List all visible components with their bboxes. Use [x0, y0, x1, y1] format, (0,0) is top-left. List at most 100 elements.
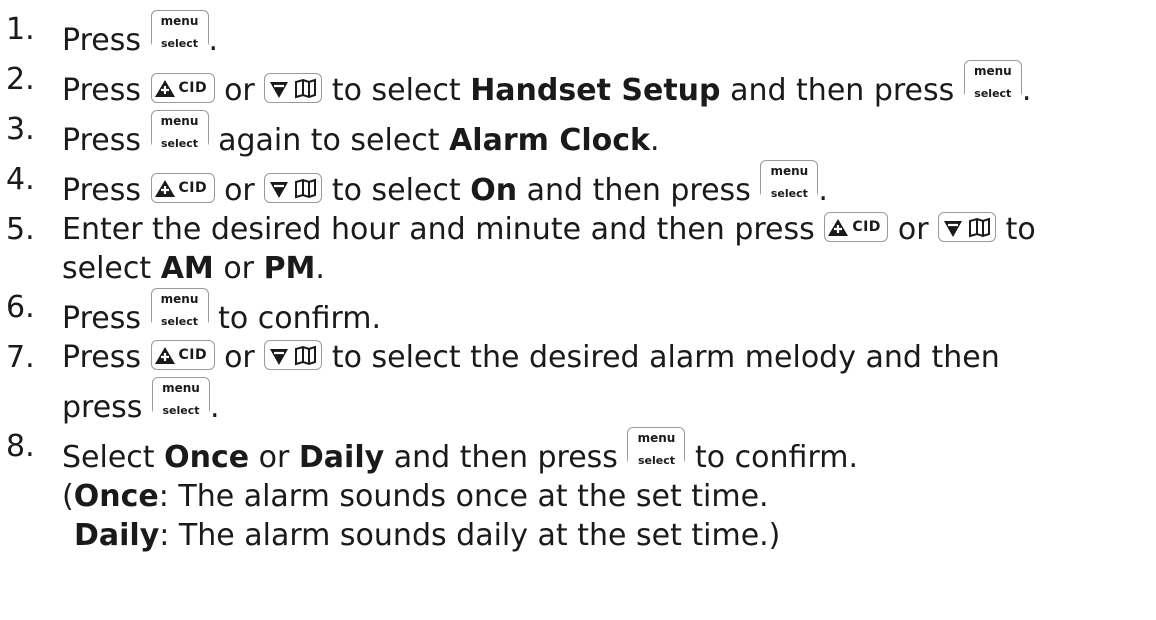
step-text: Select	[62, 440, 155, 475]
step-text: press	[62, 390, 143, 425]
key-label-select: select	[964, 88, 1021, 99]
step-text: or	[897, 212, 929, 247]
step-text: to	[1005, 212, 1036, 247]
step-number: 2.	[6, 62, 35, 97]
step-8: 8. Select Once or Daily and then press m…	[4, 427, 1154, 555]
down-book-key-icon	[264, 340, 323, 370]
step-text: or	[223, 251, 255, 286]
phonebook-icon	[295, 78, 317, 99]
note-line-once: (Once: The alarm sounds once at the set …	[62, 479, 769, 514]
step-2: 2. Press CID or to select Handset Setup …	[4, 60, 1154, 110]
phonebook-icon	[295, 178, 317, 199]
down-book-key-icon	[938, 212, 997, 242]
step-text: to select	[331, 173, 461, 208]
step-text: .	[209, 390, 220, 425]
menu-select-key-icon: menu select	[151, 377, 210, 416]
step-text: to confirm.	[695, 440, 859, 475]
key-label-menu: menu	[160, 114, 199, 128]
step-text: .	[315, 251, 325, 286]
note-term-once: Once	[73, 479, 159, 514]
down-triangle-icon	[270, 345, 317, 366]
key-label-menu: menu	[637, 431, 676, 445]
step-7: 7. Press CID or to select the desired al…	[4, 338, 1154, 427]
down-book-key-icon	[264, 73, 323, 103]
step-emphasis: PM	[263, 251, 316, 286]
step-number: 8.	[6, 429, 35, 464]
key-label-menu: menu	[162, 381, 200, 395]
step-text: Enter the desired hour and minute and th…	[62, 212, 815, 247]
step-text: or	[224, 173, 255, 208]
down-triangle-icon	[270, 178, 317, 199]
cid-up-key-icon: CID	[150, 173, 215, 203]
step-text: to confirm.	[218, 301, 382, 336]
step-text: .	[649, 123, 660, 158]
menu-select-key-icon: menu select	[150, 110, 209, 149]
step-text: and then press	[526, 173, 751, 208]
phonebook-icon	[969, 217, 991, 238]
note-open-paren: (	[62, 479, 74, 514]
key-label-select: select	[151, 138, 208, 149]
key-label-menu: menu	[973, 64, 1012, 78]
key-label-select: select	[761, 188, 818, 199]
step-number: 6.	[6, 290, 35, 325]
step-emphasis: On	[470, 173, 518, 208]
step-emphasis: AM	[160, 251, 214, 286]
key-label-select: select	[152, 405, 209, 416]
cid-label: CID	[178, 347, 208, 363]
down-triangle-icon	[270, 78, 317, 99]
step-text: .	[1021, 73, 1032, 108]
step-text: Press	[62, 123, 141, 158]
step-text: and then press	[730, 73, 955, 108]
step-text: to select the desired alarm melody and t…	[331, 340, 1000, 375]
step-text: and then press	[393, 440, 618, 475]
key-label-select: select	[151, 38, 208, 49]
step-number: 1.	[6, 12, 35, 47]
key-label-menu: menu	[770, 164, 809, 178]
cid-label: CID	[178, 180, 208, 196]
step-emphasis: Once	[164, 440, 250, 475]
key-label-menu: menu	[160, 292, 199, 306]
step-text: or	[224, 340, 255, 375]
step-1: 1. Press menu select.	[4, 10, 1154, 60]
cid-label: CID	[178, 80, 208, 96]
key-label-select: select	[628, 455, 685, 466]
step-text: .	[208, 23, 219, 58]
key-label-menu: menu	[160, 14, 199, 28]
down-triangle-icon	[944, 217, 991, 238]
cid-up-key-icon: CID	[824, 212, 889, 242]
step-number: 4.	[6, 162, 35, 197]
step-text: Press	[62, 173, 141, 208]
down-book-key-icon	[264, 173, 323, 203]
note-text-daily: : The alarm sounds daily at the set time…	[159, 518, 781, 553]
step-number: 3.	[6, 112, 35, 147]
key-label-select: select	[151, 316, 208, 327]
cid-label: CID	[852, 219, 881, 235]
step-text: Press	[62, 340, 141, 375]
step-text: again to select	[218, 123, 440, 158]
menu-select-key-icon: menu select	[150, 288, 209, 327]
step-text: .	[818, 173, 828, 208]
menu-select-key-icon: menu select	[150, 10, 209, 49]
note-line-daily: Daily: The alarm sounds daily at the set…	[62, 518, 780, 553]
step-text: Press	[62, 23, 141, 58]
step-text: Press	[62, 73, 141, 108]
step-emphasis: Alarm Clock	[449, 123, 650, 158]
step-emphasis: Handset Setup	[470, 73, 721, 108]
step-5: 5. Enter the desired hour and minute and…	[4, 210, 1154, 288]
step-text: or	[224, 73, 255, 108]
alarm-setup-steps: 1. Press menu select. 2. Press CID or to…	[4, 10, 1154, 555]
note-term-daily: Daily	[74, 518, 160, 553]
step-text: select	[62, 251, 152, 286]
menu-select-key-icon: menu select	[760, 160, 819, 199]
step-text: Press	[62, 301, 141, 336]
menu-select-key-icon: menu select	[627, 427, 686, 466]
step-3: 3. Press menu select again to select Alar…	[4, 110, 1154, 160]
step-number: 7.	[6, 340, 35, 375]
step-6: 6. Press menu select to confirm.	[4, 288, 1154, 338]
cid-up-key-icon: CID	[150, 340, 215, 370]
menu-select-key-icon: menu select	[963, 60, 1022, 99]
step-4: 4. Press CID or to select On and then pr…	[4, 160, 1154, 210]
step-text: or	[258, 440, 290, 475]
step-text: to select	[331, 73, 461, 108]
step-number: 5.	[6, 212, 35, 247]
